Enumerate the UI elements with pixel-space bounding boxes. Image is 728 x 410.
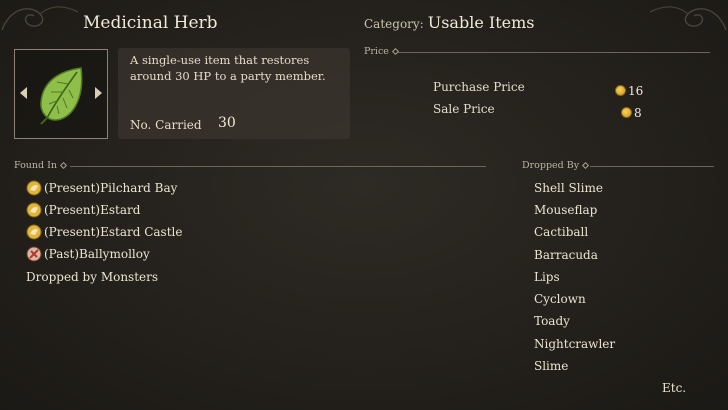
item-icon-panel bbox=[14, 49, 108, 139]
price-section-title: Price bbox=[364, 46, 389, 57]
item-description: A single-use item that restores around 3… bbox=[130, 53, 326, 83]
item-description-panel: A single-use item that restores around 3… bbox=[118, 48, 350, 139]
monster-entry[interactable]: Cactiball bbox=[534, 225, 588, 239]
monster-entry[interactable]: Shell Slime bbox=[534, 181, 603, 195]
monster-entry[interactable]: Nightcrawler bbox=[534, 337, 615, 351]
monster-entry[interactable]: Lips bbox=[534, 270, 560, 284]
carried-value: 30 bbox=[218, 115, 236, 131]
gold-coin-icon bbox=[615, 85, 626, 96]
monster-entry[interactable]: Slime bbox=[534, 359, 568, 373]
past-world-icon bbox=[26, 246, 42, 262]
dropped-by-section-title: Dropped By bbox=[522, 160, 580, 171]
monster-entry[interactable]: Cyclown bbox=[534, 292, 586, 306]
purchase-price-value: 16 bbox=[628, 84, 644, 98]
location-name: (Present)Estard bbox=[44, 203, 141, 217]
location-row[interactable]: (Present)Pilchard Bay bbox=[26, 178, 177, 198]
leaf-icon bbox=[40, 67, 83, 125]
found-in-divider bbox=[70, 166, 486, 167]
location-row[interactable]: (Past)Ballymolloy bbox=[26, 244, 150, 264]
sale-price: 8 bbox=[621, 102, 642, 121]
carried-label: No. Carried bbox=[130, 118, 202, 132]
found-in-section-title: Found In bbox=[14, 160, 58, 171]
next-item-arrow-icon[interactable] bbox=[95, 87, 102, 99]
diamond-icon bbox=[582, 161, 590, 170]
dropped-by-monsters-label: Dropped by Monsters bbox=[26, 270, 159, 284]
item-category: Category: Usable Items bbox=[364, 13, 534, 32]
location-row[interactable]: (Present)Estard Castle bbox=[26, 222, 182, 242]
previous-item-arrow-icon[interactable] bbox=[20, 87, 27, 99]
corner-ornament-left bbox=[1, 6, 79, 31]
monster-entry[interactable]: Toady bbox=[534, 314, 570, 328]
location-name: (Present)Pilchard Bay bbox=[44, 181, 178, 195]
diamond-icon bbox=[59, 161, 68, 170]
category-label: Category: bbox=[364, 17, 424, 31]
monster-entry[interactable]: Barracuda bbox=[534, 248, 598, 262]
price-section-label: Price bbox=[364, 46, 399, 57]
present-world-icon bbox=[26, 180, 42, 196]
purchase-price: 16 bbox=[615, 80, 643, 99]
corner-ornament-right bbox=[649, 6, 727, 31]
location-row[interactable]: (Present)Estard bbox=[26, 200, 140, 220]
price-divider bbox=[398, 52, 710, 53]
sale-price-label: Sale Price bbox=[433, 102, 495, 116]
present-world-icon bbox=[26, 202, 42, 218]
category-value: Usable Items bbox=[427, 13, 535, 32]
sale-price-value: 8 bbox=[634, 106, 642, 120]
purchase-price-label: Purchase Price bbox=[433, 80, 525, 94]
monster-entry[interactable]: Mouseflap bbox=[534, 203, 597, 217]
location-name: (Past)Ballymolloy bbox=[44, 247, 150, 261]
present-world-icon bbox=[26, 224, 42, 240]
dropped-by-section-label: Dropped By bbox=[522, 160, 590, 171]
location-name: (Present)Estard Castle bbox=[44, 225, 183, 239]
gold-coin-icon bbox=[621, 107, 632, 118]
dropped-by-divider bbox=[590, 166, 714, 167]
item-name: Medicinal Herb bbox=[83, 13, 218, 33]
found-in-section-label: Found In bbox=[14, 160, 68, 171]
more-monsters-label: Etc. bbox=[662, 381, 687, 395]
